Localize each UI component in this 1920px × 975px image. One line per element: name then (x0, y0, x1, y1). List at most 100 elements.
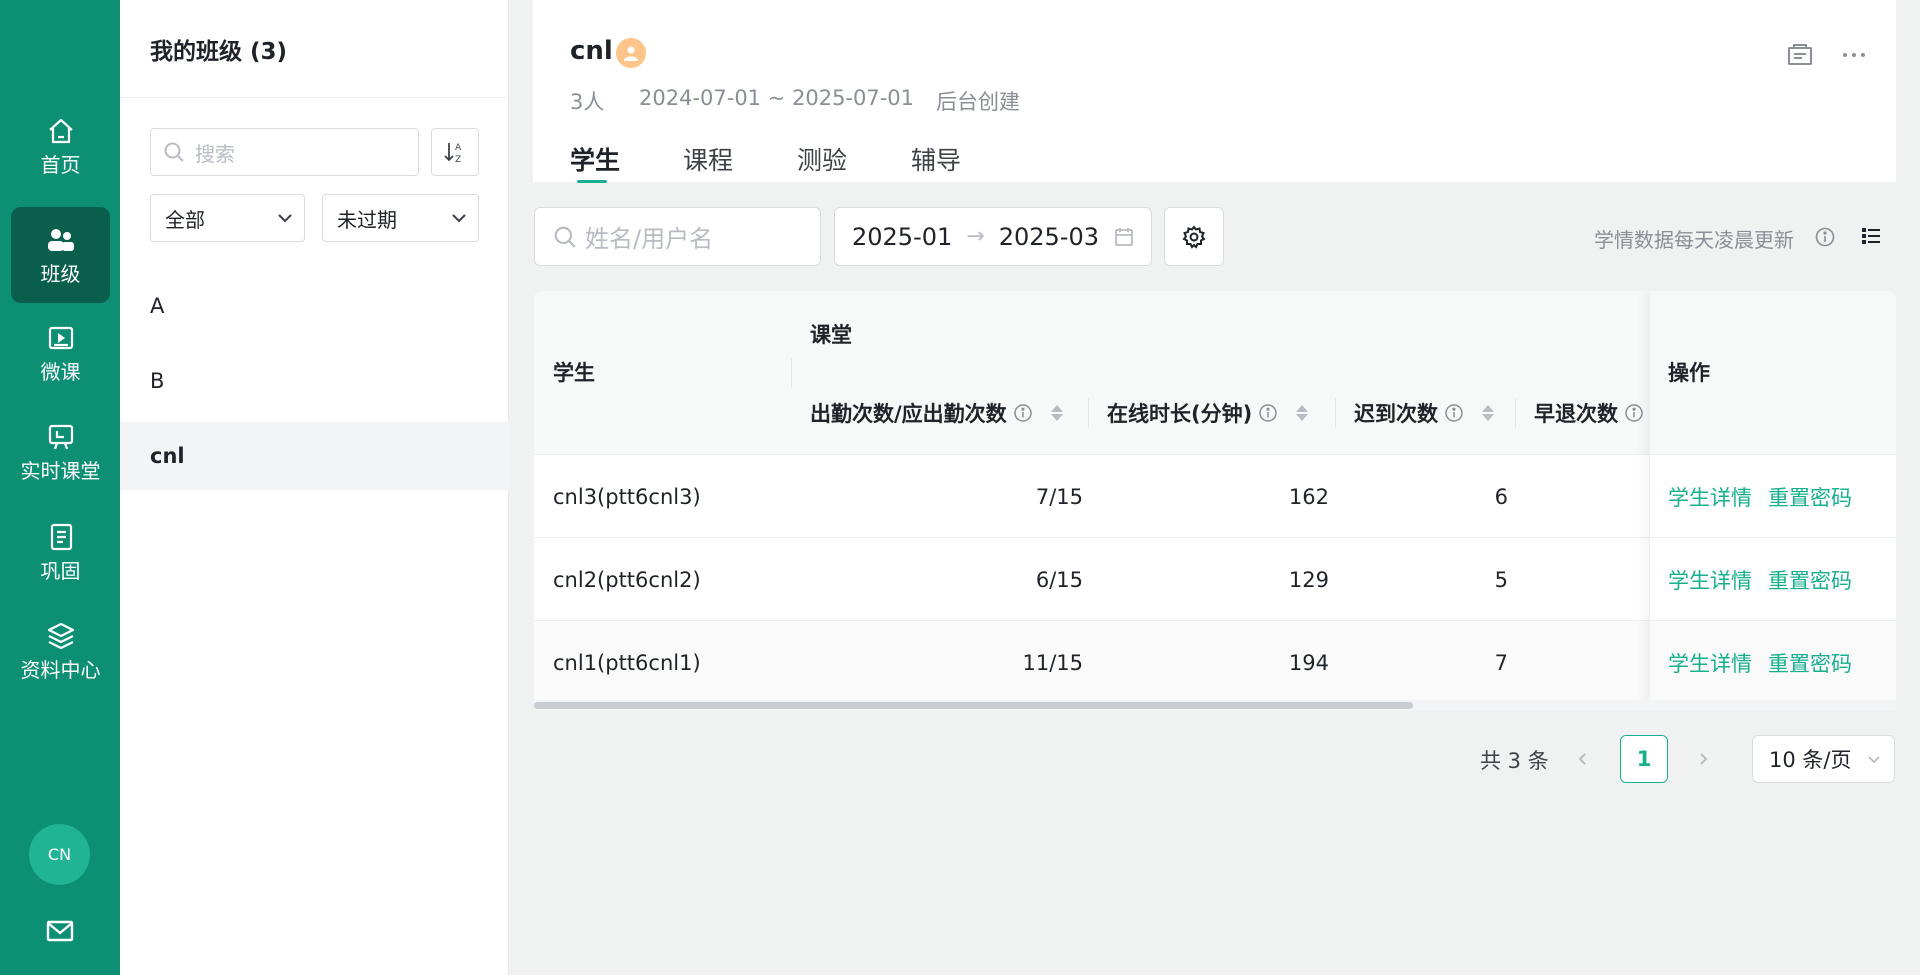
header-separator (1515, 398, 1516, 428)
cell-attendance: 6/15 (1035, 567, 1083, 592)
notice-icon[interactable] (1785, 40, 1815, 70)
nav-rail: 首页 班级 微课 实时课堂 巩固 资料中心 CN (0, 0, 120, 975)
tab-courses[interactable]: 课程 (683, 141, 733, 177)
class-date-range: 2024-07-01 ~ 2025-07-01 (639, 86, 915, 110)
page-button-current[interactable]: 1 (1620, 735, 1668, 783)
chevron-down-icon (278, 214, 292, 223)
nav-item-class[interactable]: 班级 (11, 207, 110, 303)
gear-icon (1182, 224, 1206, 249)
header-late-label: 迟到次数 (1354, 402, 1438, 426)
next-page-button[interactable] (1691, 744, 1715, 774)
sort-arrows-icon[interactable] (1050, 405, 1063, 421)
calendar-icon (1115, 227, 1133, 246)
header-separator (1088, 398, 1089, 428)
search-icon (554, 226, 576, 248)
class-header: cnl 3人 2024-07-01 ~ 2025-07-01 后台创建 学生 课… (533, 0, 1896, 183)
sort-button[interactable]: AZ (431, 128, 479, 176)
student-search-placeholder: 姓名/用户名 (585, 225, 714, 253)
reset-password-link[interactable]: 重置密码 (1768, 538, 1852, 621)
header-actions: 操作 (1668, 361, 1710, 385)
student-detail-link[interactable]: 学生详情 (1668, 455, 1752, 538)
header-attendance-label: 出勤次数/应出勤次数 (810, 402, 1007, 426)
cell-late: 6 (1494, 484, 1508, 509)
nav-label-review: 巩固 (40, 559, 81, 583)
actions-column: 操作 学生详情 重置密码 学生详情 重置密码 学生详情 重置密码 (1649, 291, 1896, 711)
info-icon[interactable] (1814, 226, 1836, 248)
status-select[interactable]: 未过期 (322, 194, 479, 242)
more-icon[interactable] (1839, 40, 1869, 70)
header-attendance[interactable]: 出勤次数/应出勤次数 (810, 398, 1063, 428)
sort-arrows-icon[interactable] (1482, 405, 1494, 421)
class-search-placeholder: 搜索 (195, 141, 235, 166)
student-count: 3人 (570, 90, 605, 114)
class-item-selected[interactable]: cnl (120, 422, 509, 490)
nav-item-resources[interactable]: 资料中心 (11, 603, 110, 699)
cell-late: 5 (1494, 567, 1508, 592)
sort-arrows-icon[interactable] (1296, 405, 1309, 421)
header-early-label: 早退次数 (1534, 402, 1618, 426)
class-search-input[interactable]: 搜索 (150, 128, 419, 176)
nav-item-home[interactable]: 首页 (11, 98, 110, 194)
date-start: 2025-01 (852, 222, 953, 251)
page-size-value: 10 条/页 (1769, 748, 1852, 772)
class-list-title: 我的班级 (3) (150, 39, 288, 65)
cell-student: cnl2(ptt6cnl2) (553, 567, 701, 592)
horizontal-scrollbar-thumb[interactable] (534, 702, 1413, 709)
student-table: 学生 课堂 出勤次数/应出勤次数 在线时长(分钟) 迟到次数 早退次数 cnl3… (534, 291, 1896, 711)
notebook-icon (50, 523, 72, 551)
actions-row: 学生详情 重置密码 (1650, 455, 1896, 538)
actions-row: 学生详情 重置密码 (1650, 538, 1896, 621)
info-icon[interactable] (1444, 403, 1464, 423)
nav-item-review[interactable]: 巩固 (11, 504, 110, 600)
scope-select[interactable]: 全部 (150, 194, 305, 242)
student-detail-link[interactable]: 学生详情 (1668, 538, 1752, 621)
date-range-picker[interactable]: 2025-01 → 2025-03 (834, 207, 1152, 266)
header-separator (791, 358, 792, 388)
cell-attendance: 11/15 (1022, 650, 1083, 675)
nav-item-microlesson[interactable]: 微课 (11, 305, 110, 401)
info-icon[interactable] (1624, 403, 1644, 423)
tab-tutoring[interactable]: 辅导 (911, 141, 961, 177)
header-late-count[interactable]: 迟到次数 (1354, 398, 1494, 428)
divider (120, 97, 509, 98)
tab-quizzes[interactable]: 测验 (797, 141, 847, 177)
update-note: 学情数据每天凌晨更新 (1594, 228, 1794, 252)
home-icon (48, 118, 73, 144)
status-select-value: 未过期 (337, 207, 397, 232)
page-size-select[interactable]: 10 条/页 (1752, 735, 1895, 783)
tab-students[interactable]: 学生 (570, 141, 620, 177)
header-online-duration[interactable]: 在线时长(分钟) (1107, 398, 1309, 428)
reset-password-link[interactable]: 重置密码 (1768, 455, 1852, 538)
student-search-input[interactable]: 姓名/用户名 (534, 207, 821, 266)
sort-az-icon: AZ (444, 143, 462, 165)
prev-page-button[interactable] (1571, 744, 1595, 774)
nav-label-resources: 资料中心 (20, 658, 101, 682)
nav-label-microlesson: 微课 (40, 360, 81, 384)
search-icon (164, 142, 184, 162)
class-item[interactable]: B (120, 347, 509, 415)
owner-badge (616, 38, 646, 68)
nav-label-live: 实时课堂 (20, 459, 101, 483)
mail-icon[interactable] (44, 915, 76, 947)
scope-select-value: 全部 (165, 207, 205, 232)
cell-online: 162 (1288, 484, 1329, 509)
list-view-icon[interactable] (1859, 224, 1883, 248)
class-name: cnl (570, 36, 613, 66)
nav-item-live[interactable]: 实时课堂 (11, 404, 110, 500)
header-online-label: 在线时长(分钟) (1107, 402, 1253, 426)
student-detail-link[interactable]: 学生详情 (1668, 621, 1752, 704)
info-icon[interactable] (1258, 403, 1278, 423)
user-avatar[interactable]: CN (29, 824, 90, 885)
chevron-left-icon (1578, 753, 1586, 765)
video-icon (48, 326, 73, 350)
reset-password-link[interactable]: 重置密码 (1768, 621, 1852, 704)
column-settings-button[interactable] (1164, 207, 1224, 266)
class-item[interactable]: A (120, 272, 509, 340)
header-student: 学生 (553, 361, 595, 385)
svg-text:A: A (455, 143, 462, 153)
class-list-panel: 我的班级 (3) 搜索 AZ 全部 未过期 A B cnl (120, 0, 509, 975)
users-icon (47, 229, 74, 251)
date-end: 2025-03 (998, 222, 1099, 251)
header-early-leave[interactable]: 早退次数 (1534, 398, 1644, 428)
info-icon[interactable] (1013, 403, 1033, 423)
